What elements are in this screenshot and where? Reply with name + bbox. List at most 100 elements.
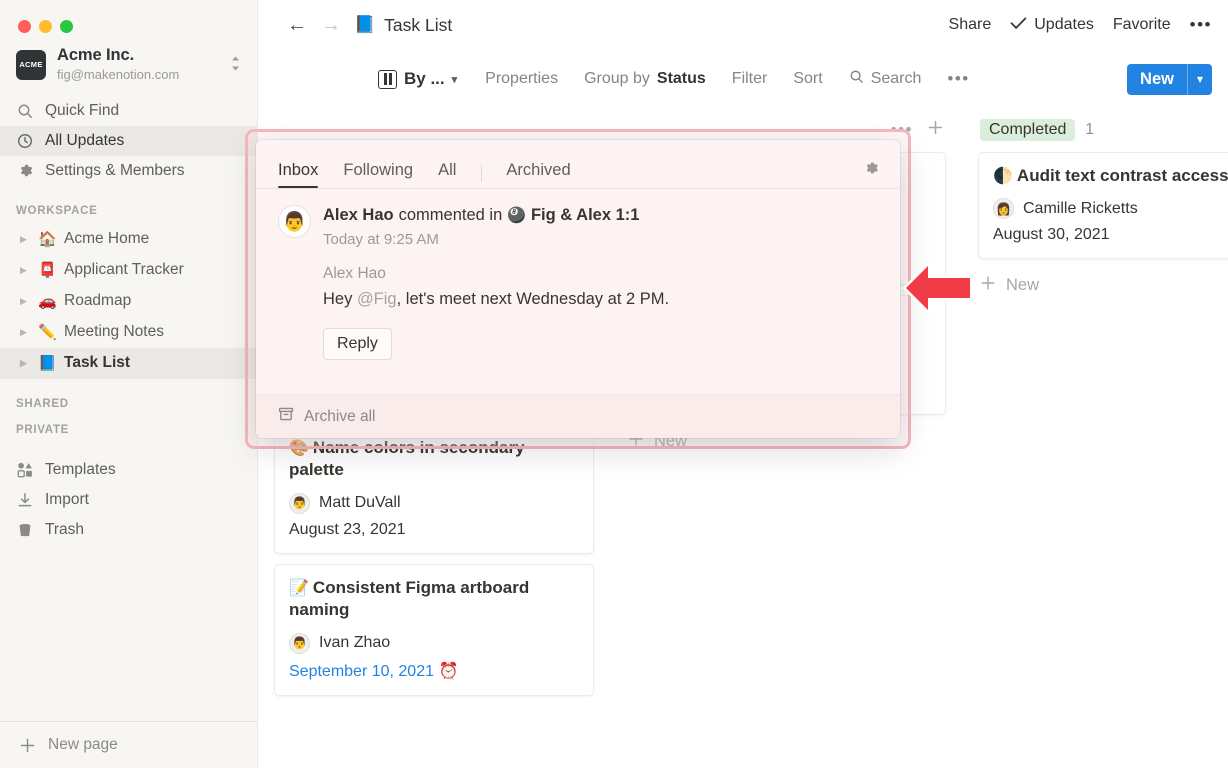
notifications-tabs: Inbox Following All Archived — [256, 140, 900, 189]
sidebar-page-label: Applicant Tracker — [64, 261, 184, 279]
favorite-label: Favorite — [1113, 16, 1171, 34]
chevron-down-icon[interactable]: ▾ — [1188, 72, 1212, 86]
notification-actor: Alex Hao — [323, 205, 394, 226]
target-emoji: 🎱 — [507, 206, 526, 226]
sidebar-item-label: Quick Find — [45, 102, 119, 120]
sidebar-page-label: Roadmap — [64, 292, 131, 310]
workspace-email: fig@makenotion.com — [57, 66, 219, 84]
close-window-button[interactable] — [18, 20, 31, 33]
ellipsis-icon[interactable]: ••• — [891, 120, 913, 140]
breadcrumb[interactable]: 📘 Task List — [354, 15, 452, 36]
board-card[interactable]: 🎨Name colors in secondary palette 👨 Matt… — [274, 424, 594, 554]
divider — [481, 165, 482, 182]
favorite-button[interactable]: Favorite — [1113, 16, 1171, 34]
search-icon — [16, 103, 34, 119]
properties-button[interactable]: Properties — [485, 70, 558, 88]
maximize-window-button[interactable] — [60, 20, 73, 33]
sidebar-item-all-updates[interactable]: All Updates — [0, 126, 257, 156]
tab-archived[interactable]: Archived — [506, 161, 570, 188]
comment-mention[interactable]: @Fig — [357, 290, 397, 308]
card-person-row: 👨 Matt DuVall — [289, 493, 579, 514]
sidebar-item-import[interactable]: Import — [0, 485, 257, 515]
column-actions: ••• — [891, 119, 944, 141]
chevron-right-icon[interactable]: ▶ — [20, 265, 31, 276]
back-button[interactable]: ← — [280, 14, 314, 37]
download-icon — [16, 492, 34, 508]
view-more-button[interactable]: ••• — [947, 69, 969, 89]
avatar: 👨 — [289, 633, 310, 654]
view-selector[interactable]: By ... ▾ — [378, 69, 457, 89]
share-button[interactable]: Share — [949, 16, 992, 34]
avatar: 👨 — [289, 493, 310, 514]
tab-following[interactable]: Following — [343, 161, 413, 188]
notifications-popup[interactable]: Inbox Following All Archived 👨 — [256, 140, 900, 438]
archive-all-label: Archive all — [304, 408, 376, 426]
sidebar-spacer — [0, 545, 257, 715]
sidebar-item-quick-find[interactable]: Quick Find — [0, 96, 257, 126]
chevron-right-icon[interactable]: ▶ — [20, 327, 31, 338]
card-title-text: Consistent Figma artboard naming — [289, 578, 529, 619]
sidebar-page-meeting-notes[interactable]: ▶ ✏️ Meeting Notes — [0, 317, 257, 348]
column-new-label: New — [1006, 276, 1039, 295]
board-card[interactable]: 🌓Audit text contrast accessibility 👩 Cam… — [978, 152, 1228, 259]
page-emoji: 📮 — [38, 261, 57, 279]
plus-icon — [18, 737, 36, 754]
chevron-right-icon[interactable]: ▶ — [20, 358, 31, 369]
sidebar-page-label: Acme Home — [64, 230, 149, 248]
board-column-completed: Completed 1 🌓Audit text contrast accessi… — [962, 108, 1228, 768]
card-title-text: Name colors in secondary palette — [289, 438, 525, 479]
filter-button[interactable]: Filter — [732, 70, 768, 88]
column-new-button[interactable]: New — [978, 269, 1228, 302]
comment-author: Alex Hao — [323, 265, 878, 283]
new-button[interactable]: New ▾ — [1127, 64, 1212, 95]
gear-icon[interactable] — [862, 159, 880, 182]
ellipsis-icon[interactable]: ••• — [1190, 15, 1212, 35]
board-card[interactable]: 📝Consistent Figma artboard naming 👨 Ivan… — [274, 564, 594, 696]
tab-label: Inbox — [278, 161, 318, 179]
section-label-private: PRIVATE — [0, 417, 257, 443]
workspace-switcher[interactable]: ACME Acme Inc. fig@makenotion.com — [0, 36, 257, 96]
chevron-up-down-icon[interactable] — [230, 55, 243, 74]
page-emoji: 🏠 — [38, 230, 57, 248]
chevron-right-icon[interactable]: ▶ — [20, 296, 31, 307]
sidebar-page-applicant-tracker[interactable]: ▶ 📮 Applicant Tracker — [0, 255, 257, 286]
search-button[interactable]: Search — [849, 69, 922, 89]
card-title: 📝Consistent Figma artboard naming — [289, 577, 579, 622]
sidebar-item-trash[interactable]: Trash — [0, 515, 257, 545]
sidebar-item-templates[interactable]: Templates — [0, 455, 257, 485]
check-icon — [1010, 16, 1027, 35]
column-count: 1 — [1085, 121, 1094, 139]
forward-button[interactable]: → — [314, 14, 348, 37]
trash-icon — [16, 522, 34, 538]
tab-all[interactable]: All — [438, 161, 456, 188]
card-emoji: 🎨 — [289, 440, 309, 457]
minimize-window-button[interactable] — [39, 20, 52, 33]
sidebar-item-label: All Updates — [45, 132, 124, 150]
notification-target[interactable]: Fig & Alex 1:1 — [531, 205, 640, 226]
card-title: 🎨Name colors in secondary palette — [289, 437, 579, 482]
search-label: Search — [871, 70, 922, 88]
top-bar: ← → 📘 Task List Share Updates — [258, 0, 1228, 50]
sidebar-page-acme-home[interactable]: ▶ 🏠 Acme Home — [0, 224, 257, 255]
view-label: By ... — [404, 69, 445, 89]
card-title-text: Audit text contrast accessibility — [1017, 166, 1228, 185]
chevron-right-icon[interactable]: ▶ — [20, 234, 31, 245]
chevron-down-icon: ▾ — [452, 73, 458, 86]
updates-button[interactable]: Updates — [1010, 16, 1094, 35]
notification-item[interactable]: 👨 Alex Hao commented in 🎱 Fig & Alex 1:1… — [256, 189, 900, 394]
new-page-button[interactable]: New page — [0, 722, 257, 768]
tab-inbox[interactable]: Inbox — [278, 161, 318, 188]
sidebar-item-settings-members[interactable]: Settings & Members — [0, 156, 257, 186]
archive-all-button[interactable]: Archive all — [256, 394, 900, 438]
sidebar-page-task-list[interactable]: ▶ 📘 Task List — [0, 348, 257, 379]
notification-header: 👨 Alex Hao commented in 🎱 Fig & Alex 1:1… — [278, 205, 878, 248]
group-by-button[interactable]: Group by Status — [584, 70, 706, 88]
comment-suffix: , let's meet next Wednesday at 2 PM. — [397, 290, 669, 308]
sort-button[interactable]: Sort — [793, 70, 822, 88]
plus-icon[interactable] — [927, 119, 944, 141]
notification-meta: Alex Hao commented in 🎱 Fig & Alex 1:1 T… — [323, 205, 639, 248]
notification-timestamp: Today at 9:25 AM — [323, 231, 639, 248]
sidebar-page-roadmap[interactable]: ▶ 🚗 Roadmap — [0, 286, 257, 317]
sidebar-item-label: Import — [45, 491, 89, 509]
reply-button[interactable]: Reply — [323, 328, 392, 360]
